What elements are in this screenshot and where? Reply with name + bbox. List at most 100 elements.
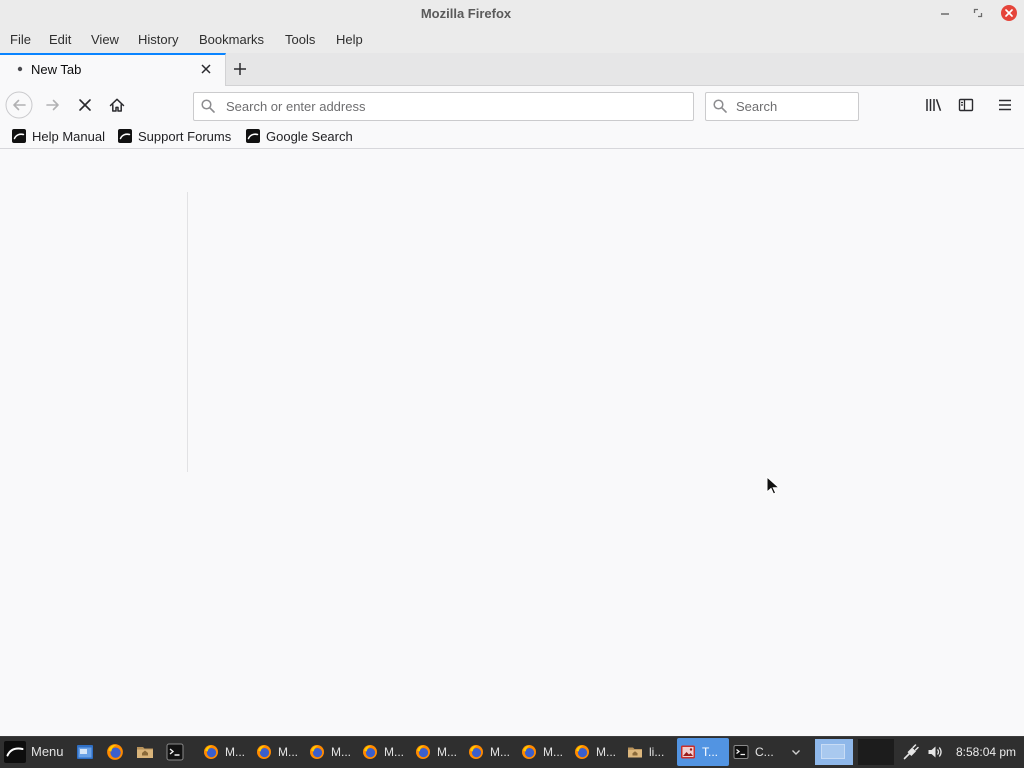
tab-close-button[interactable] bbox=[198, 61, 214, 77]
stop-icon bbox=[77, 97, 93, 113]
library-icon bbox=[925, 97, 943, 113]
bookmark-favicon-icon bbox=[12, 129, 26, 143]
start-menu-label: Menu bbox=[31, 744, 64, 759]
close-icon bbox=[1000, 4, 1018, 22]
start-menu-button[interactable]: Menu bbox=[0, 736, 70, 768]
page-content bbox=[0, 149, 1024, 736]
sidebar-icon bbox=[958, 97, 974, 113]
stop-button[interactable] bbox=[73, 93, 97, 117]
new-tab-plus-icon bbox=[233, 62, 247, 76]
taskbar-task[interactable]: M... bbox=[253, 738, 305, 766]
task-label: M... bbox=[331, 745, 351, 759]
chevron-down-icon bbox=[791, 747, 801, 757]
terminal-icon bbox=[166, 743, 184, 761]
volume-tray-button[interactable] bbox=[926, 743, 944, 761]
terminal-icon bbox=[733, 744, 749, 760]
bookmark-google-search[interactable]: Google Search bbox=[244, 127, 356, 146]
workspace-2[interactable] bbox=[858, 739, 894, 765]
firefox-icon bbox=[309, 744, 325, 760]
task-label: T... bbox=[702, 745, 719, 759]
image-viewer-icon bbox=[680, 744, 696, 760]
tab-loading-icon bbox=[16, 65, 24, 73]
bookmark-support-forums[interactable]: Support Forums bbox=[116, 127, 238, 146]
close-button[interactable] bbox=[1000, 4, 1018, 22]
task-label: C... bbox=[755, 745, 774, 759]
task-label: M... bbox=[437, 745, 457, 759]
forward-arrow-icon bbox=[45, 97, 61, 113]
search-input[interactable] bbox=[736, 93, 854, 120]
bookmark-label: Help Manual bbox=[32, 129, 105, 144]
taskbar-task[interactable]: M... bbox=[200, 738, 252, 766]
menu-logo-icon bbox=[4, 741, 26, 763]
workspace-1-active[interactable] bbox=[815, 739, 853, 765]
menu-tools[interactable]: Tools bbox=[285, 27, 315, 53]
firefox-icon bbox=[256, 744, 272, 760]
launcher-firefox[interactable] bbox=[103, 740, 127, 764]
bookmark-label: Support Forums bbox=[138, 129, 232, 144]
task-label: M... bbox=[543, 745, 563, 759]
sidebar-button[interactable] bbox=[954, 93, 978, 117]
taskbar-task[interactable]: M... bbox=[571, 738, 623, 766]
firefox-icon bbox=[362, 744, 378, 760]
tab-label: New Tab bbox=[31, 62, 82, 77]
home-button[interactable] bbox=[105, 93, 129, 117]
taskbar-task[interactable]: M... bbox=[518, 738, 570, 766]
firefox-icon bbox=[468, 744, 484, 760]
launcher-show-desktop[interactable] bbox=[73, 740, 97, 764]
taskbar-clock[interactable]: 8:58:04 pm bbox=[954, 736, 1022, 768]
taskbar-task[interactable]: M... bbox=[306, 738, 358, 766]
url-input[interactable] bbox=[226, 93, 688, 120]
firefox-icon bbox=[415, 744, 431, 760]
menu-view[interactable]: View bbox=[91, 27, 119, 53]
folder-icon bbox=[627, 744, 643, 760]
task-label: M... bbox=[278, 745, 298, 759]
task-label: M... bbox=[596, 745, 616, 759]
taskbar-task-active[interactable]: T... bbox=[677, 738, 729, 766]
firefox-icon bbox=[203, 744, 219, 760]
back-button[interactable] bbox=[5, 91, 33, 119]
tab-new-tab[interactable]: New Tab bbox=[0, 53, 226, 86]
window-title: Mozilla Firefox bbox=[420, 6, 512, 21]
taskbar-task[interactable]: M... bbox=[359, 738, 411, 766]
menu-help[interactable]: Help bbox=[336, 27, 363, 53]
taskbar-task[interactable]: M... bbox=[465, 738, 517, 766]
url-bar[interactable] bbox=[193, 92, 694, 121]
menu-history[interactable]: History bbox=[138, 27, 178, 53]
task-label: li... bbox=[649, 745, 665, 759]
window-titlebar[interactable]: Mozilla Firefox bbox=[0, 0, 1024, 27]
bookmark-favicon-icon bbox=[246, 129, 260, 143]
taskbar-task[interactable]: M... bbox=[412, 738, 464, 766]
tab-close-icon bbox=[200, 63, 212, 75]
mouse-pointer-icon bbox=[766, 476, 780, 496]
show-desktop-icon bbox=[76, 743, 94, 761]
minimize-button[interactable] bbox=[936, 4, 954, 22]
bookmark-label: Google Search bbox=[266, 129, 353, 144]
open-menu-button[interactable] bbox=[993, 93, 1017, 117]
menubar: File Edit View History Bookmarks Tools H… bbox=[0, 27, 1024, 53]
task-overflow-button[interactable] bbox=[788, 744, 804, 760]
search-bar[interactable] bbox=[705, 92, 859, 121]
taskbar-task[interactable]: C... bbox=[730, 738, 782, 766]
launcher-terminal[interactable] bbox=[163, 740, 187, 764]
menu-file[interactable]: File bbox=[10, 27, 31, 53]
search-icon bbox=[713, 99, 727, 113]
firefox-icon bbox=[574, 744, 590, 760]
network-tray-button[interactable] bbox=[902, 743, 920, 761]
forward-button[interactable] bbox=[41, 93, 65, 117]
maximize-icon bbox=[973, 8, 983, 18]
home-icon bbox=[109, 97, 125, 113]
network-icon bbox=[903, 744, 919, 760]
taskbar-task[interactable]: li... bbox=[624, 738, 676, 766]
maximize-button[interactable] bbox=[969, 4, 987, 22]
new-tab-button[interactable] bbox=[230, 59, 250, 79]
launcher-home-folder[interactable] bbox=[133, 740, 157, 764]
task-label: M... bbox=[225, 745, 245, 759]
menu-edit[interactable]: Edit bbox=[49, 27, 71, 53]
minimize-icon bbox=[940, 8, 950, 18]
task-label: M... bbox=[490, 745, 510, 759]
bookmark-help-manual[interactable]: Help Manual bbox=[10, 127, 110, 146]
library-button[interactable] bbox=[922, 93, 946, 117]
menu-bookmarks[interactable]: Bookmarks bbox=[199, 27, 264, 53]
content-divider bbox=[187, 192, 188, 472]
firefox-icon bbox=[106, 743, 124, 761]
